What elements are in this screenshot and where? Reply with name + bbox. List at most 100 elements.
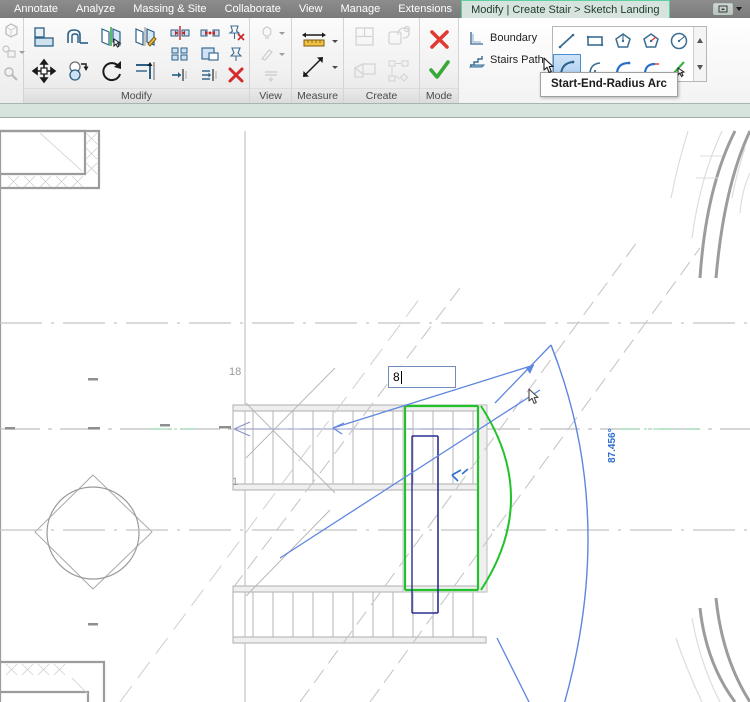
tab-label: Analyze: [76, 3, 116, 15]
triangle-down-icon: [696, 65, 703, 70]
stair-run-upper: [232, 404, 487, 491]
show-hidden-lines-button[interactable]: [256, 23, 285, 44]
chevron-down-icon[interactable]: [736, 7, 742, 11]
options-bar: [0, 104, 750, 118]
remove-hidden-lines-button[interactable]: [256, 44, 285, 65]
sketch-landing-boundary-green[interactable]: [403, 404, 512, 592]
remove-hidden-lines-icon[interactable]: [256, 44, 278, 65]
mirror-pick-axis-icon[interactable]: [95, 20, 129, 54]
tab-label: Extensions: [398, 3, 453, 15]
panel-measure-body: [292, 18, 343, 88]
draw-tool-stairs-path[interactable]: Stairs Path: [468, 49, 544, 71]
split-element-icon[interactable]: [165, 23, 195, 44]
arrow-cursor-icon: [543, 57, 554, 73]
create-group-icon[interactable]: [348, 54, 382, 88]
split-with-gap-icon[interactable]: [195, 23, 225, 44]
trim-extend-icon[interactable]: [129, 54, 163, 88]
panel-create-title: Create: [344, 88, 419, 103]
gallery-scroll-up-button[interactable]: [694, 27, 706, 54]
show-hidden-lines-icon[interactable]: [256, 23, 278, 44]
riser-count-label-lower: 1: [232, 476, 239, 488]
move-icon[interactable]: [27, 54, 61, 88]
select-multiple-icon[interactable]: [2, 44, 25, 60]
copy-icon[interactable]: [61, 54, 95, 88]
gallery-item-circle[interactable]: [665, 27, 693, 54]
stairs-path-icon: [468, 55, 485, 67]
tab-extensions[interactable]: Extensions: [389, 0, 461, 18]
trim-multiple-icon[interactable]: [195, 65, 225, 86]
chevron-down-icon[interactable]: [332, 39, 338, 43]
inscribed-polygon-icon: [614, 32, 631, 48]
ribbon-tab-bar: Annotate Analyze Massing & Site Collabor…: [0, 0, 750, 18]
triangle-up-icon: [696, 38, 703, 43]
create-part-icon[interactable]: [382, 20, 416, 54]
panel-view: View: [250, 18, 292, 103]
measure-along-element-button[interactable]: [297, 54, 338, 80]
measure-between-references-button[interactable]: [297, 28, 338, 54]
tooltip-text: Start-End-Radius Arc: [551, 78, 667, 90]
gallery-item-rectangle[interactable]: [581, 27, 609, 54]
zoom-icon[interactable]: [3, 66, 20, 86]
gallery-scrollbar[interactable]: [692, 27, 706, 81]
dimension-value-input[interactable]: 8: [388, 366, 456, 388]
panel-measure-title: Measure: [292, 88, 343, 103]
tab-modify-create-stair-sketch-landing[interactable]: Modify | Create Stair > Sketch Landing: [461, 0, 670, 18]
delete-icon[interactable]: [225, 65, 247, 86]
tab-view[interactable]: View: [290, 0, 332, 18]
array-icon[interactable]: [165, 44, 195, 65]
measure-between-references-icon[interactable]: [297, 28, 331, 54]
pin-icon[interactable]: [225, 44, 247, 65]
create-similar-icon[interactable]: [348, 20, 382, 54]
text-caret: [400, 370, 402, 384]
draw-tool-boundary[interactable]: Boundary: [468, 27, 544, 49]
unpin-icon[interactable]: [225, 23, 247, 44]
tab-collaborate[interactable]: Collaborate: [216, 0, 290, 18]
gallery-item-circumscribed-polygon[interactable]: [637, 27, 665, 54]
align-icon[interactable]: [27, 20, 61, 54]
offset-icon[interactable]: [61, 20, 95, 54]
trim-single-icon[interactable]: [165, 65, 195, 86]
draw-tool-label: Boundary: [490, 32, 538, 44]
window-restore-icon[interactable]: [713, 3, 733, 15]
tab-annotate[interactable]: Annotate: [0, 0, 67, 18]
chevron-down-icon[interactable]: [279, 52, 285, 56]
panel-modify-title: Modify: [24, 88, 249, 103]
reference-lines-horizontal: [0, 322, 750, 531]
tab-manage[interactable]: Manage: [331, 0, 389, 18]
cancel-button[interactable]: [422, 25, 456, 55]
circumscribed-polygon-icon: [642, 32, 659, 48]
panel-mode-body: [420, 18, 458, 88]
panel-modify-body: [24, 18, 249, 88]
finish-edit-mode-button[interactable]: [422, 55, 456, 85]
draw-tool-label: Stairs Path: [490, 54, 544, 66]
mirror-draw-axis-icon[interactable]: [129, 20, 163, 54]
column-diamond-circle: [34, 474, 153, 590]
tooltip-start-end-radius-arc: Start-End-Radius Arc: [540, 72, 678, 97]
modify-select-strip: [0, 18, 25, 103]
gallery-item-line[interactable]: [553, 27, 581, 54]
tab-label: Manage: [340, 3, 381, 15]
tab-label: Massing & Site: [133, 3, 207, 15]
drawing-canvas[interactable]: 87.456° 18 1: [0, 118, 750, 702]
tab-massing-and-site[interactable]: Massing & Site: [124, 0, 215, 18]
floor-plan-drawing: [0, 129, 750, 702]
rotate-icon[interactable]: [95, 54, 129, 88]
curved-wall-top-right: [670, 130, 750, 279]
scale-icon[interactable]: [195, 44, 225, 65]
tab-analyze[interactable]: Analyze: [67, 0, 124, 18]
chevron-down-icon[interactable]: [279, 31, 285, 35]
measure-along-element-icon[interactable]: [297, 54, 331, 80]
select-box-icon[interactable]: [3, 22, 20, 42]
cut-profile-icon[interactable]: [260, 65, 282, 86]
create-assembly-icon[interactable]: [382, 54, 416, 88]
gallery-item-inscribed-polygon[interactable]: [609, 27, 637, 54]
panel-mode-title: Mode: [420, 88, 458, 103]
chevron-down-icon[interactable]: [332, 65, 338, 69]
wall-corner-bottom-left: [0, 660, 106, 702]
line-icon: [558, 33, 575, 48]
panel-create-body: [344, 18, 419, 88]
stair-cross-marks: [245, 367, 336, 597]
angle-dimension-label: 87.456°: [607, 428, 618, 463]
gallery-scroll-down-button[interactable]: [694, 54, 706, 81]
boundary-icon: [470, 31, 483, 45]
